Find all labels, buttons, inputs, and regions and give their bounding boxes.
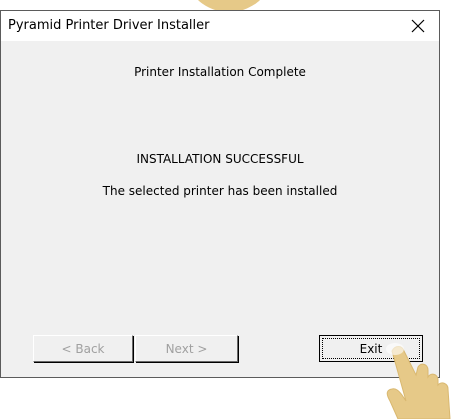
back-button-label: < Back	[61, 341, 105, 356]
hand-pointer-icon	[386, 343, 451, 419]
next-button[interactable]: Next >	[135, 335, 238, 362]
next-button-label: Next >	[165, 341, 208, 356]
window-title: Pyramid Printer Driver Installer	[8, 18, 210, 33]
installation-status: INSTALLATION SUCCESSFUL	[136, 152, 304, 166]
close-button[interactable]	[397, 11, 439, 41]
installation-heading: Printer Installation Complete	[134, 65, 306, 79]
installer-dialog: Pyramid Printer Driver Installer Printer…	[0, 10, 440, 378]
installation-message: The selected printer has been installed	[102, 184, 338, 198]
title-bar[interactable]: Pyramid Printer Driver Installer	[1, 11, 439, 41]
screen: Pyramid Printer Driver Installer Printer…	[0, 0, 454, 419]
close-icon	[411, 19, 425, 33]
back-button[interactable]: < Back	[33, 335, 133, 362]
